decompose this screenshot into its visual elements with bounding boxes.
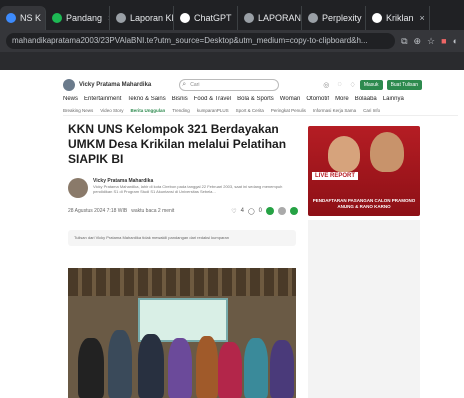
photo-person xyxy=(168,338,192,398)
tab-favicon-icon xyxy=(52,13,62,23)
author-info: Vicky Pratama Mahardika Vicky Pratama Ma… xyxy=(93,178,298,200)
tab-favicon-icon xyxy=(372,13,382,23)
bookmarks-bar xyxy=(0,52,464,70)
author-row: Vicky Pratama Mahardika Vicky Pratama Ma… xyxy=(68,178,298,200)
sub-nav-item[interactable]: Berita Unggulan xyxy=(130,108,165,115)
nav-item[interactable]: Entertainment xyxy=(84,96,121,106)
ad-headline: PENDAFTARAN PASANGAN CALON PRAMONO ANUNG… xyxy=(312,198,416,209)
browser-tab[interactable]: ChatGPT× xyxy=(174,6,238,30)
browser-tab[interactable]: Laporan KK× xyxy=(110,6,174,30)
tab-label: Kriklan xyxy=(386,13,414,23)
browser-tab[interactable]: Pandang× xyxy=(46,6,110,30)
nav-item[interactable]: Bisnis xyxy=(172,96,188,106)
sub-nav-item[interactable]: Breaking News xyxy=(63,108,93,115)
login-button[interactable]: Masuk xyxy=(359,80,383,90)
web-page: Vicky Pratama Mahardika Cari ◎ ◌ ♢ Masuk… xyxy=(55,70,464,398)
site-author-label[interactable]: Vicky Pratama Mahardika xyxy=(79,82,151,88)
photo-person xyxy=(78,338,104,398)
comment-count: 0 xyxy=(258,208,262,214)
like-count: 4 xyxy=(240,208,244,214)
zoom-icon[interactable]: ⊕ xyxy=(414,36,422,47)
tab-favicon-icon xyxy=(180,13,190,23)
article-date: 28 Agustus 2024 7:18 WIB xyxy=(68,208,128,214)
nav-item[interactable]: Bolaaba xyxy=(355,96,377,106)
sub-nav: Breaking News Video Story Berita Unggulan T… xyxy=(63,108,458,116)
extension-icon[interactable]: ■ xyxy=(441,36,446,47)
article-photo xyxy=(68,268,296,398)
share-icon[interactable]: ⧉ xyxy=(401,36,407,47)
profile-icon[interactable]: ◐ xyxy=(453,36,458,47)
search-input[interactable]: Cari xyxy=(179,79,280,91)
tab-favicon-icon xyxy=(116,13,126,23)
comment-icon[interactable]: ◯ xyxy=(248,208,255,215)
notification-icon[interactable]: ◎ xyxy=(323,81,329,89)
sidebar-placeholder xyxy=(308,220,420,398)
tab-favicon-icon xyxy=(308,13,318,23)
main-nav: News Entertainment Tekno & Sains Bisnis Food… xyxy=(63,96,458,106)
nav-item[interactable]: Otomotif xyxy=(306,96,329,106)
nav-item[interactable]: Food & Travel xyxy=(194,96,231,106)
nav-item[interactable]: More xyxy=(335,96,349,106)
site-logo-icon[interactable] xyxy=(63,79,75,91)
tab-label: LAPORAN M xyxy=(258,13,302,23)
tab-label: NS K xyxy=(20,13,42,23)
ad-banner[interactable]: LIVE REPORT PENDAFTARAN PASANGAN CALON P… xyxy=(308,126,420,216)
sub-nav-item[interactable]: Cari Info xyxy=(363,108,380,115)
article-title: KKN UNS Kelompok 321 Berdayakan UMKM Des… xyxy=(68,122,287,166)
sub-nav-item[interactable]: kumparanPLUS xyxy=(197,108,229,115)
tab-label: Pandang xyxy=(66,13,103,23)
browser-tab[interactable]: Kriklan × xyxy=(366,6,430,30)
sub-nav-item[interactable]: Informasi Kerja Sama xyxy=(313,108,356,115)
nav-item[interactable]: News xyxy=(63,96,78,106)
ad-person-right xyxy=(370,132,404,172)
sub-nav-item[interactable]: Video Story xyxy=(100,108,123,115)
tab-favicon-icon xyxy=(244,13,254,23)
site-header: Vicky Pratama Mahardika Cari ◎ ◌ ♢ Masuk… xyxy=(63,76,458,94)
sub-nav-item[interactable]: Trending xyxy=(172,108,190,115)
photo-person xyxy=(196,336,218,398)
share-other-icon[interactable] xyxy=(290,207,298,215)
tab-label: Perplexity xyxy=(322,13,362,23)
photo-person xyxy=(244,338,268,398)
tab-label: ChatGPT xyxy=(194,13,232,23)
photo-roof xyxy=(68,268,296,296)
address-bar-row: mahandikapratama2003/23PVAlaBNI.te?utm_s… xyxy=(0,30,464,52)
header-icons: ◎ ◌ ♢ xyxy=(323,81,356,89)
article-meta: 28 Agustus 2024 7:18 WIB waktu baca 2 me… xyxy=(68,206,298,216)
author-avatar[interactable] xyxy=(68,178,88,198)
write-button[interactable]: Buat Tulisan xyxy=(386,80,423,90)
share-whatsapp-icon[interactable] xyxy=(266,207,274,215)
author-bio: Vicky Pratama Mahardika, lahir di kota C… xyxy=(93,184,283,194)
share-link-icon[interactable] xyxy=(278,207,286,215)
photo-person xyxy=(218,342,242,398)
share-icon[interactable]: ◌ xyxy=(337,81,341,89)
sub-nav-item[interactable]: Peringkat Penulis xyxy=(271,108,306,115)
nav-item[interactable]: Tekno & Sains xyxy=(127,96,165,106)
article-disclaimer: Tulisan dari Vicky Pratama Mahardika tid… xyxy=(68,230,296,246)
browser-tab[interactable]: NS K× xyxy=(0,6,46,30)
nav-item[interactable]: Lainnya xyxy=(383,96,404,106)
url-field[interactable]: mahandikapratama2003/23PVAlaBNI.te?utm_s… xyxy=(6,33,396,49)
close-tab-icon[interactable]: × xyxy=(420,13,425,23)
bookmark-star-icon[interactable]: ☆ xyxy=(427,36,435,47)
bell-icon[interactable]: ♢ xyxy=(350,81,356,89)
photo-person xyxy=(108,330,132,398)
browser-tab[interactable]: LAPORAN M× xyxy=(238,6,302,30)
ad-person-left xyxy=(328,136,360,172)
tab-favicon-icon xyxy=(6,13,16,23)
tab-label: Laporan KK xyxy=(130,13,174,23)
ad-live-label: LIVE REPORT xyxy=(312,172,359,180)
photo-person xyxy=(270,340,294,398)
browser-tab[interactable]: Perplexity× xyxy=(302,6,366,30)
read-time: waktu baca 2 menit xyxy=(131,208,175,214)
browser-tab-bar: NS K×Pandang×Laporan KK×ChatGPT×LAPORAN … xyxy=(0,0,464,30)
article-actions: ♡ 4 ◯ 0 xyxy=(231,207,298,215)
address-bar-icons: ⧉ ⊕ ☆ ■ ◐ xyxy=(401,36,458,47)
photo-person xyxy=(138,334,164,398)
sub-nav-item[interactable]: Sport & Cerita xyxy=(236,108,264,115)
nav-item[interactable]: Bola & Sports xyxy=(237,96,274,106)
nav-item[interactable]: Woman xyxy=(280,96,301,106)
like-icon[interactable]: ♡ xyxy=(231,208,236,215)
